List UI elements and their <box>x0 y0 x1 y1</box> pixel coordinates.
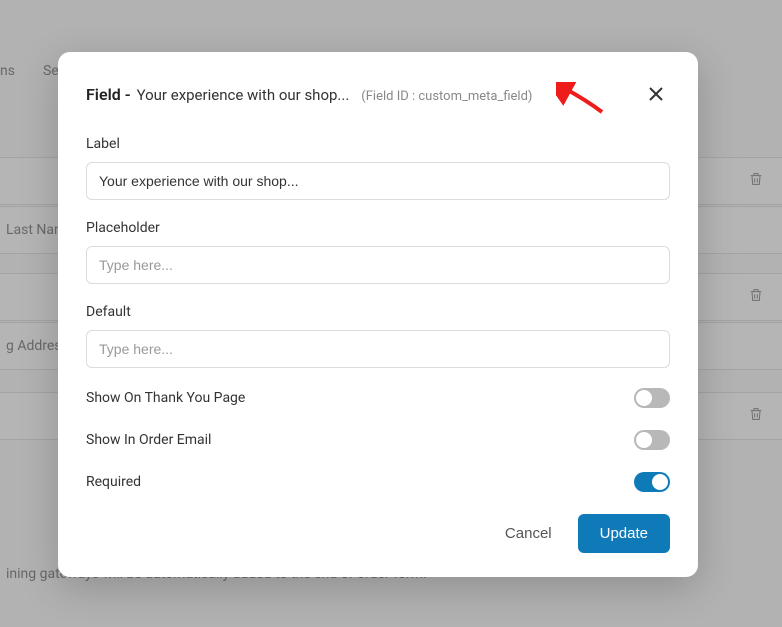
toggle-thank-you[interactable] <box>634 388 670 408</box>
modal-title: Field - Your experience with our shop...… <box>86 85 532 104</box>
toggle-order-email-label: Show In Order Email <box>86 432 211 448</box>
modal-header: Field - Your experience with our shop...… <box>86 80 670 108</box>
field-placeholder-input[interactable] <box>86 246 670 284</box>
field-label-label: Label <box>86 136 670 152</box>
modal-field-id: (Field ID : custom_meta_field) <box>361 89 532 104</box>
cancel-button[interactable]: Cancel <box>501 517 556 550</box>
modal-title-name: Your experience with our shop... <box>137 86 350 104</box>
field-default-label: Default <box>86 304 670 320</box>
toggle-order-email-row: Show In Order Email <box>86 430 670 450</box>
field-default-input[interactable] <box>86 330 670 368</box>
field-default-group: Default <box>86 304 670 368</box>
update-button[interactable]: Update <box>578 514 670 553</box>
close-button[interactable] <box>642 80 670 108</box>
field-placeholder-group: Placeholder <box>86 220 670 284</box>
modal-footer: Cancel Update <box>86 514 670 553</box>
toggle-required-row: Required <box>86 472 670 492</box>
modal-title-prefix: Field - <box>86 85 131 104</box>
toggle-order-email[interactable] <box>634 430 670 450</box>
field-label-input[interactable] <box>86 162 670 200</box>
field-placeholder-label: Placeholder <box>86 220 670 236</box>
field-label-group: Label <box>86 136 670 200</box>
toggle-required-label: Required <box>86 474 141 490</box>
toggle-required[interactable] <box>634 472 670 492</box>
toggle-thank-you-row: Show On Thank You Page <box>86 388 670 408</box>
toggle-thank-you-label: Show On Thank You Page <box>86 390 245 406</box>
close-icon <box>648 86 664 102</box>
field-settings-modal: Field - Your experience with our shop...… <box>58 52 698 577</box>
